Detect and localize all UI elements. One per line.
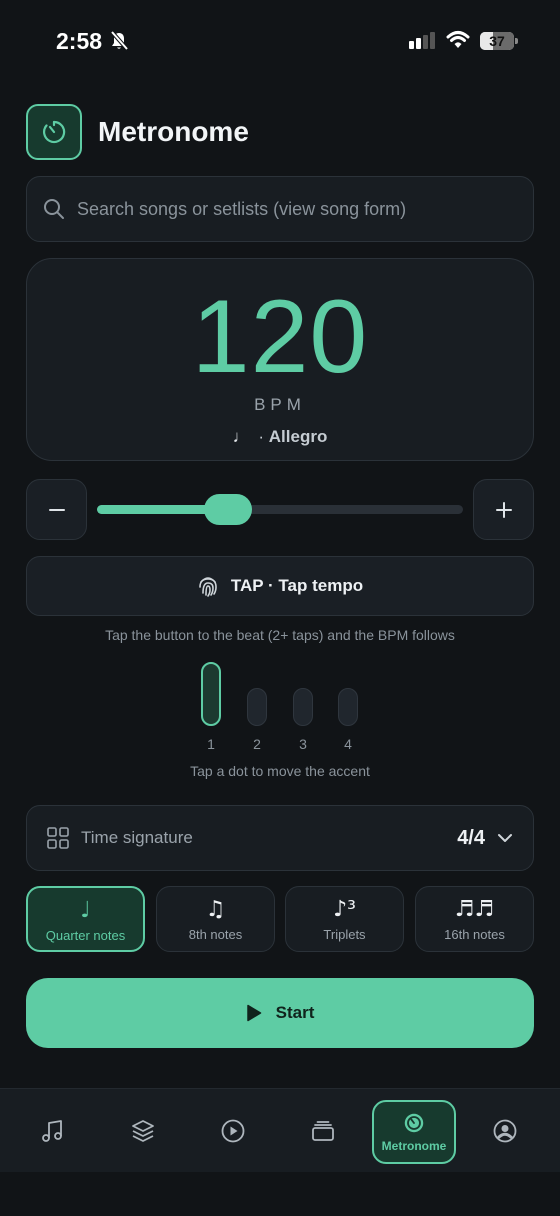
play-icon [246,1004,261,1022]
bpm-display-card: 120 BPM ♩ · Allegro [26,258,534,461]
music-note-icon [42,1120,62,1142]
decrease-bpm-button[interactable] [26,479,87,540]
beat-dot-4[interactable]: 4 [328,662,368,752]
beat-dot-2[interactable]: 2 [237,662,277,752]
tempo-marking: ♩ · Allegro [232,427,328,446]
beat-pill [293,688,313,726]
subdivision-label: 8th notes [188,927,243,942]
quarter-note-icon: ♩ [80,898,91,923]
tap-tempo-button[interactable]: TAP · Tap tempo [26,556,534,616]
tab-setlists[interactable] [110,1099,176,1163]
beat-number: 4 [344,736,352,752]
bpm-slider-thumb[interactable] [204,494,252,525]
tab-songs[interactable] [20,1099,86,1163]
stack-icon [312,1121,334,1141]
beat-number: 1 [207,736,215,752]
tab-metronome[interactable]: Metronome [372,1100,456,1164]
subdivision-16th-notes[interactable]: ♬♬ 16th notes [415,886,534,952]
wifi-icon [446,31,470,48]
play-circle-icon [221,1119,245,1143]
time-signature-label: Time signature [81,828,193,847]
battery-percent: 37 [489,33,505,49]
fingerprint-icon [199,577,217,597]
metronome-dial-icon [26,104,82,160]
status-bar: 2:58 37 [0,0,560,84]
bottom-tab-bar: Metronome [0,1088,560,1172]
tab-metronome-label: Metronome [381,1139,447,1153]
minus-icon [48,508,65,511]
subdivision-label: Quarter notes [45,928,126,943]
beat-pill [338,688,358,726]
bpm-unit: BPM [254,395,306,414]
app-header: Metronome [26,104,249,160]
subdivision-label: Triplets [323,927,366,942]
battery-level: 37 [480,32,514,50]
triplet-icon: ♪³ [333,897,356,922]
tab-profile[interactable] [472,1099,538,1163]
bpm-slider[interactable] [97,494,463,525]
subdivision-8th-notes[interactable]: ♫ 8th notes [156,886,275,952]
status-time: 2:58 [56,28,103,54]
search-icon [44,199,64,219]
bpm-value: 120 [191,279,369,395]
plus-icon [495,501,512,518]
subdivision-triplets[interactable]: ♪³ Triplets [285,886,404,952]
subdivision-quarter-notes[interactable]: ♩ Quarter notes [26,886,145,952]
start-label: Start [275,1003,315,1022]
cellular-signal-icon [409,32,435,49]
sixteenth-notes-icon: ♬♬ [454,897,495,922]
beat-pill [201,662,221,726]
profile-icon [493,1119,517,1143]
beat-dot-3[interactable]: 3 [283,662,323,752]
time-signature-select[interactable]: Time signature 4/4 [26,805,534,871]
beat-number: 2 [253,736,261,752]
bell-muted-icon [110,31,128,51]
battery-indicator: 37 [480,32,518,50]
tab-player[interactable] [200,1099,266,1163]
tap-tempo-label: TAP · Tap tempo [230,576,364,595]
beat-dot-1[interactable]: 1 [191,662,231,752]
beat-accent-row: 1 2 3 4 [0,662,560,754]
tempo-name: Allegro [268,427,328,446]
increase-bpm-button[interactable] [473,479,534,540]
layers-icon [132,1120,154,1142]
chevron-down-icon [498,834,512,842]
eighth-notes-icon: ♫ [205,897,226,922]
quarter-note-icon: ♩ [232,427,250,446]
tab-library[interactable] [290,1099,356,1163]
search-input[interactable] [77,198,533,220]
search-bar[interactable] [26,176,534,242]
beat-number: 3 [299,736,307,752]
time-signature-value: 4/4 [457,826,485,849]
subdivision-label: 16th notes [444,927,505,942]
tap-hint: Tap the button to the beat (2+ taps) and… [105,627,455,643]
metronome-dial-icon [404,1113,424,1133]
grid-icon [47,827,69,849]
beat-pill [247,688,267,726]
page-title: Metronome [98,116,249,147]
start-button[interactable]: Start [26,978,534,1048]
accent-hint: Tap a dot to move the accent [190,763,370,779]
